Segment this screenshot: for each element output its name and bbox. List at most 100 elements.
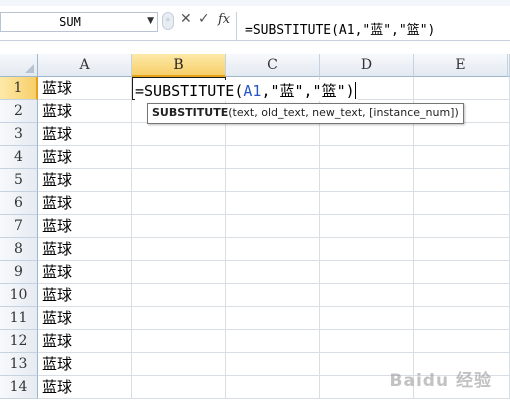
row-header-13[interactable]: 13: [0, 353, 38, 376]
cell-c7[interactable]: [226, 215, 320, 238]
cell-e3[interactable]: [414, 123, 510, 146]
cell-d3[interactable]: [320, 123, 414, 146]
cell-c13[interactable]: [226, 353, 320, 376]
cell-e11[interactable]: [414, 307, 510, 330]
cell-a12[interactable]: 蓝球: [38, 330, 132, 353]
cell-a2[interactable]: 蓝球: [38, 100, 132, 123]
cell-e8[interactable]: [414, 238, 510, 261]
cell-c4[interactable]: [226, 146, 320, 169]
cell-e5[interactable]: [414, 169, 510, 192]
cell-d4[interactable]: [320, 146, 414, 169]
cell-d11[interactable]: [320, 307, 414, 330]
column-header-e[interactable]: E: [414, 54, 508, 77]
cell-e12[interactable]: [414, 330, 510, 353]
row-header-5[interactable]: 5: [0, 169, 38, 192]
select-all-button[interactable]: [0, 54, 38, 77]
cell-c3[interactable]: [226, 123, 320, 146]
cell-a4[interactable]: 蓝球: [38, 146, 132, 169]
cell-d5[interactable]: [320, 169, 414, 192]
cell-b9[interactable]: [132, 261, 226, 284]
cell-b12[interactable]: [132, 330, 226, 353]
cell-a11[interactable]: 蓝球: [38, 307, 132, 330]
baidu-watermark: Baidu 经验: [389, 371, 492, 391]
cell-a13[interactable]: 蓝球: [38, 353, 132, 376]
tooltip-args: (text, old_text, new_text, [instance_num…: [228, 106, 459, 119]
cell-e10[interactable]: [414, 284, 510, 307]
row-header-2[interactable]: 2: [0, 100, 38, 123]
spreadsheet-grid: A B C D E 1 蓝球 2 蓝球 3 蓝球 4 蓝球 5 蓝球 6 蓝球 7 蓝球 8 蓝球 9 蓝球 10 蓝球 11 蓝球…: [0, 54, 510, 401]
cell-a6[interactable]: 蓝球: [38, 192, 132, 215]
cell-e1[interactable]: [414, 77, 510, 100]
row-header-12[interactable]: 12: [0, 330, 38, 353]
text-caret: [354, 82, 356, 99]
cell-d12[interactable]: [320, 330, 414, 353]
cell-a3[interactable]: 蓝球: [38, 123, 132, 146]
cell-e7[interactable]: [414, 215, 510, 238]
cell-b13[interactable]: [132, 353, 226, 376]
row-header-9[interactable]: 9: [0, 261, 38, 284]
column-header-b[interactable]: B: [132, 54, 226, 77]
spacer: [0, 41, 510, 54]
cell-c11[interactable]: [226, 307, 320, 330]
cancel-icon[interactable]: ✕: [180, 11, 192, 27]
cell-b10[interactable]: [132, 284, 226, 307]
insert-function-icon[interactable]: fx: [218, 12, 230, 27]
row-header-3[interactable]: 3: [0, 123, 38, 146]
cell-a14[interactable]: 蓝球: [38, 376, 132, 399]
cell-a1[interactable]: 蓝球: [38, 77, 132, 100]
column-header-d[interactable]: D: [320, 54, 414, 77]
cell-c12[interactable]: [226, 330, 320, 353]
name-box[interactable]: SUM ▼: [0, 12, 158, 32]
cell-b3[interactable]: [132, 123, 226, 146]
cell-b11[interactable]: [132, 307, 226, 330]
cell-c10[interactable]: [226, 284, 320, 307]
formula-input[interactable]: =SUBSTITUTE(A1,"蓝","篮"): [245, 19, 435, 38]
cell-d9[interactable]: [320, 261, 414, 284]
column-header-a[interactable]: A: [38, 54, 132, 77]
row-header-6[interactable]: 6: [0, 192, 38, 215]
cell-a10[interactable]: 蓝球: [38, 284, 132, 307]
row-header-7[interactable]: 7: [0, 215, 38, 238]
cell-d8[interactable]: [320, 238, 414, 261]
cell-c8[interactable]: [226, 238, 320, 261]
cell-reference: A1: [243, 82, 262, 100]
cell-b8[interactable]: [132, 238, 226, 261]
divider: [236, 12, 237, 40]
resize-handle-icon[interactable]: ◦: [162, 12, 174, 30]
cell-c14[interactable]: [226, 376, 320, 399]
cell-e9[interactable]: [414, 261, 510, 284]
cell-d10[interactable]: [320, 284, 414, 307]
row-header-11[interactable]: 11: [0, 307, 38, 330]
cell-c6[interactable]: [226, 192, 320, 215]
cell-c5[interactable]: [226, 169, 320, 192]
cell-e4[interactable]: [414, 146, 510, 169]
cell-b14[interactable]: [132, 376, 226, 399]
function-tooltip: SUBSTITUTE(text, old_text, new_text, [in…: [147, 103, 464, 124]
in-cell-editor[interactable]: =SUBSTITUTE(A1,"蓝","篮"): [135, 80, 358, 101]
row-header-14[interactable]: 14: [0, 376, 38, 399]
cell-a5[interactable]: 蓝球: [38, 169, 132, 192]
enter-icon[interactable]: ✓: [198, 11, 210, 27]
column-header-c[interactable]: C: [226, 54, 320, 77]
cell-b4[interactable]: [132, 146, 226, 169]
formula-suffix: ,"蓝","篮"): [261, 82, 355, 100]
formula-bar: SUM ▼ ◦ ✕ ✓ fx =SUBSTITUTE(A1,"蓝","篮"): [0, 6, 510, 41]
row-header-4[interactable]: 4: [0, 146, 38, 169]
cell-e6[interactable]: [414, 192, 510, 215]
row-header-8[interactable]: 8: [0, 238, 38, 261]
cell-b5[interactable]: [132, 169, 226, 192]
name-box-value: SUM: [59, 15, 81, 29]
cell-d7[interactable]: [320, 215, 414, 238]
cell-a9[interactable]: 蓝球: [38, 261, 132, 284]
cell-a8[interactable]: 蓝球: [38, 238, 132, 261]
cell-c9[interactable]: [226, 261, 320, 284]
tooltip-function-name[interactable]: SUBSTITUTE: [152, 106, 228, 119]
cell-a7[interactable]: 蓝球: [38, 215, 132, 238]
row-header-1[interactable]: 1: [0, 77, 38, 100]
cell-b6[interactable]: [132, 192, 226, 215]
cell-d6[interactable]: [320, 192, 414, 215]
formula-prefix: =SUBSTITUTE(: [135, 82, 244, 100]
cell-b7[interactable]: [132, 215, 226, 238]
row-header-10[interactable]: 10: [0, 284, 38, 307]
chevron-down-icon[interactable]: ▼: [147, 16, 154, 26]
